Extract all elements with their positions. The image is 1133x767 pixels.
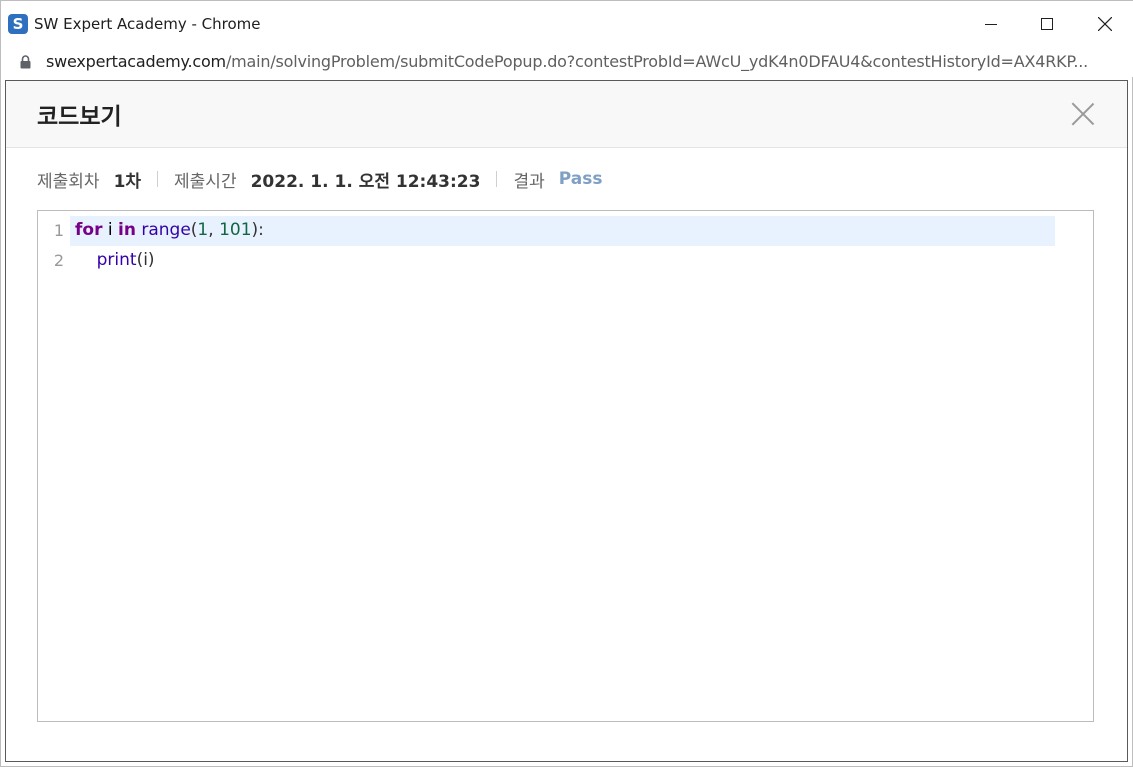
code-token-keyword: for — [75, 220, 103, 240]
attempt-label: 제출회차 — [37, 171, 100, 192]
maximize-button[interactable] — [1018, 1, 1076, 47]
result-status-badge: Pass — [558, 169, 603, 189]
maximize-icon — [1041, 18, 1053, 30]
line-number: 2 — [53, 251, 64, 270]
popup-header: 코드보기 — [6, 81, 1127, 148]
result-label: 결과 — [513, 171, 545, 192]
meta-divider — [496, 171, 498, 187]
code-token-keyword: in — [118, 220, 136, 240]
code-token-number: 101 — [219, 220, 252, 240]
close-window-button[interactable] — [1076, 1, 1133, 47]
popup-title: 코드보기 — [37, 104, 122, 130]
address-bar[interactable]: swexpertacademy.com/main/solvingProblem/… — [1, 47, 1133, 77]
sw-expert-academy-logo-icon: S — [8, 14, 28, 34]
popup-close-icon[interactable] — [1068, 99, 1098, 129]
code-text: for i in range(1, 101): — [75, 220, 264, 240]
code-text: print(i) — [75, 250, 155, 270]
window-title: SW Expert Academy - Chrome — [34, 15, 261, 33]
code-token-builtin: range — [141, 220, 191, 240]
minimize-icon — [985, 23, 997, 25]
url-path: /main/solvingProblem/submitCodePopup.do?… — [225, 52, 1089, 71]
lock-icon — [20, 55, 31, 69]
code-token-plain: ): — [251, 220, 264, 240]
code-token-plain: , — [208, 220, 220, 240]
url-text[interactable]: swexpertacademy.com/main/solvingProblem/… — [46, 52, 1116, 71]
code-view-popup: 코드보기 제출회차 1차 제출시간 2022. 1. 1. 오전 12:43:2… — [5, 80, 1128, 762]
submission-meta: 제출회차 1차 제출시간 2022. 1. 1. 오전 12:43:23 결과 … — [37, 167, 603, 192]
browser-window: S SW Expert Academy - Chrome swexpertaca… — [0, 0, 1133, 767]
title-bar: S SW Expert Academy - Chrome — [1, 1, 1133, 47]
time-value: 2022. 1. 1. 오전 12:43:23 — [250, 171, 481, 192]
meta-divider — [157, 171, 159, 187]
code-editor[interactable]: 1 for i in range(1, 101): 2 print(i) — [37, 210, 1094, 722]
code-token-number: 1 — [197, 220, 209, 240]
time-label: 제출시간 — [174, 171, 237, 192]
url-host: swexpertacademy.com — [46, 52, 226, 71]
minimize-button[interactable] — [962, 1, 1020, 47]
attempt-value: 1차 — [113, 171, 142, 192]
code-line[interactable]: 2 print(i) — [38, 246, 1093, 276]
line-number: 1 — [53, 221, 64, 240]
close-icon — [1098, 17, 1112, 31]
code-line[interactable]: 1 for i in range(1, 101): — [38, 216, 1093, 246]
code-token-builtin: print — [96, 250, 137, 270]
code-token-variable: i — [102, 220, 118, 240]
code-token-plain: (i) — [136, 250, 155, 270]
